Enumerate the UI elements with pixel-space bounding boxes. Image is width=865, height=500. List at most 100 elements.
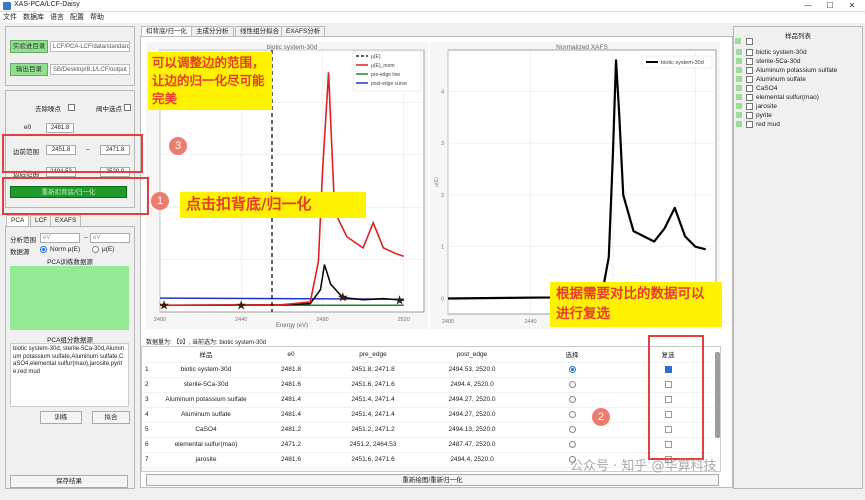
sample-checkbox[interactable] [746, 48, 753, 56]
exp-dir-button[interactable]: 实验进目录 [10, 40, 48, 53]
menu-file[interactable]: 文件 [0, 12, 20, 23]
select-radio[interactable] [568, 425, 576, 433]
table-row[interactable]: 3 Aluminum potassium sulfate 2481.4 2451.4,… [142, 392, 714, 408]
menu-database[interactable]: 数据库 [20, 12, 47, 23]
minimize-button[interactable]: — [797, 0, 819, 12]
e0-value: 2481.2 [258, 422, 324, 438]
select-radio[interactable] [568, 410, 576, 418]
edge-point-marker[interactable]: ★ [158, 297, 170, 312]
table-row[interactable]: 6 elemental sulfur(mao) 2471.2 2451.2, 2464… [142, 437, 714, 453]
redraw-button[interactable]: 重新绘图/重新归一化 [146, 474, 719, 486]
sample-checkbox[interactable] [746, 66, 753, 74]
menu-config[interactable]: 配置 [67, 12, 87, 23]
sample-checkbox[interactable] [746, 57, 753, 65]
sample-color-swatch [736, 49, 742, 56]
post-edge-value: 2494.53, 2520.0 [422, 362, 522, 378]
sample-color-swatch [736, 85, 742, 92]
edge-point-marker[interactable]: ★ [394, 292, 406, 307]
sample-checkbox[interactable] [746, 102, 753, 110]
sample-list-item[interactable]: sterile-5Ca-30d [736, 57, 860, 66]
x-tick-label: 2520 [398, 317, 410, 323]
e0-input[interactable]: 2481.8 [46, 123, 74, 133]
sample-list-item[interactable]: jarosite [736, 102, 860, 111]
sample-color-swatch [736, 112, 742, 119]
table-header[interactable]: post_edge [422, 347, 522, 363]
post-edge-value: 2494.13, 2520.0 [422, 422, 522, 438]
table-header[interactable]: pre_edge [324, 347, 422, 363]
pre-edge-value: 2451.8, 2471.8 [324, 362, 422, 378]
table-row[interactable]: 1 biotic system-30d 2481.8 2451.8, 2471.8 24… [142, 362, 714, 378]
table-row[interactable]: 2 sterile-5Ca-30d 2481.6 2451.6, 2471.6 2494… [142, 377, 714, 393]
train-button[interactable]: 训练 [40, 411, 82, 424]
badge-1: 1 [151, 192, 169, 210]
data-table: 样品 e0 pre_edge post_edge 选择 复选 1 biotic system… [141, 346, 721, 472]
select-radio[interactable] [568, 395, 576, 403]
legend-label: post-edge curve [371, 81, 407, 87]
table-row[interactable]: 5 CaSO4 2481.2 2451.2, 2471.2 2494.13, 2520.… [142, 422, 714, 438]
edge-point-marker[interactable]: ★ [337, 290, 349, 305]
legend-label: μ(E)_norm [371, 63, 395, 69]
sample-list-item[interactable]: elemental sulfur(mao) [736, 93, 860, 102]
sample-checkbox[interactable] [746, 75, 753, 83]
sample-list-item[interactable]: CaSO4 [736, 84, 860, 93]
row-index: 1 [142, 362, 154, 378]
sample-name: Aluminum sulfate [154, 407, 258, 423]
range-from-input[interactable]: eV [40, 233, 80, 243]
train-source-list[interactable] [10, 266, 129, 330]
output-dir-button[interactable]: 输出目录 [10, 63, 48, 76]
range-label: 分析范围 [10, 237, 36, 244]
x-tick-label: 2440 [235, 317, 247, 323]
sample-list-item[interactable]: Aluminum sulfate [736, 75, 860, 84]
title-bar: XAS-PCA/LCF-Daisy — ☐ ✕ [0, 0, 865, 12]
range-to-input[interactable]: eV [90, 233, 130, 243]
table-header[interactable]: e0 [258, 347, 324, 363]
train-source-label: PCA训练数据源 [47, 259, 93, 266]
remove-noise-checkbox[interactable] [68, 104, 75, 111]
sample-checkbox[interactable] [746, 120, 753, 128]
sample-list-item[interactable]: biotic system-30d [736, 48, 860, 57]
sample-list-item[interactable]: Aluminum potassium sulfate [736, 66, 860, 75]
maximize-button[interactable]: ☐ [819, 0, 841, 12]
table-header[interactable]: 选择 [522, 347, 622, 363]
output-dir-path[interactable]: SB/Desktop/B.1/LCF/output [50, 64, 130, 75]
close-button[interactable]: ✕ [841, 0, 863, 12]
table-header[interactable] [142, 347, 154, 363]
select-points-checkbox[interactable] [124, 104, 131, 111]
left-plot-xlabel: Energy (eV) [276, 323, 308, 329]
sample-label: elemental sulfur(mao) [756, 94, 819, 101]
select-all-swatch [735, 38, 741, 44]
menu-language[interactable]: 语言 [47, 12, 67, 23]
select-radio[interactable] [568, 380, 576, 388]
sample-list-item[interactable]: pyrite [736, 111, 860, 120]
save-button[interactable]: 保存结果 [10, 475, 128, 488]
select-cell [522, 422, 622, 438]
fit-button[interactable]: 拟合 [92, 411, 130, 424]
sample-checkbox[interactable] [746, 93, 753, 101]
sample-checkbox[interactable] [746, 111, 753, 119]
select-radio[interactable] [568, 440, 576, 448]
table-header[interactable]: 样品 [154, 347, 258, 363]
sample-color-swatch [736, 58, 742, 65]
sample-name: elemental sulfur(mao) [154, 437, 258, 453]
menu-bar: 文件 数据库 语言 配置 帮助 [0, 12, 865, 23]
mu-radio[interactable] [92, 246, 99, 253]
legend-label: biotic system-30d [661, 60, 704, 66]
table-scrollbar[interactable] [715, 352, 720, 438]
pre-edge-value: 2451.4, 2471.4 [324, 392, 422, 408]
post-edge-value: 2494.4, 2520.0 [422, 452, 522, 468]
post-edge-value: 2487.47, 2520.0 [422, 437, 522, 453]
select-radio[interactable] [568, 365, 576, 373]
post-edge-value: 2494.27, 2520.0 [422, 407, 522, 423]
edge-point-marker[interactable]: ★ [235, 297, 247, 312]
table-row[interactable]: 4 Aluminum sulfate 2481.4 2451.4, 2471.4 249… [142, 407, 714, 423]
menu-help[interactable]: 帮助 [87, 12, 107, 23]
exp-dir-path[interactable]: LCF/PCA-LCF/data/standard [50, 41, 130, 52]
comp-source-text[interactable]: biotic system-30d, sterile-5Ca-30d,Alumi… [10, 343, 129, 407]
sample-checkbox[interactable] [746, 84, 753, 92]
select-all-checkbox[interactable] [746, 38, 753, 45]
y-tick-label: 1 [441, 245, 444, 251]
row-index: 2 [142, 377, 154, 393]
sample-name: jarosite [154, 452, 258, 468]
norm-radio[interactable] [40, 246, 47, 253]
sample-list-item[interactable]: red mud [736, 120, 860, 129]
